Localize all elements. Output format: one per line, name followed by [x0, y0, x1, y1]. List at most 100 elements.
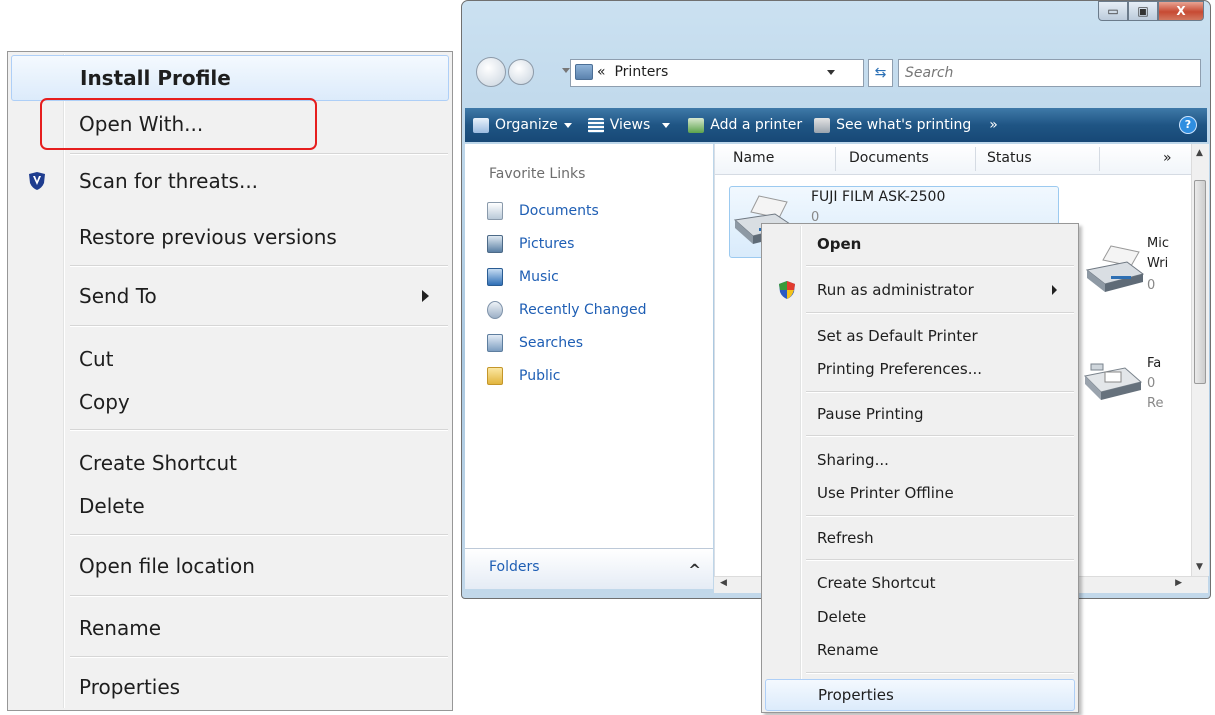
- command-bar: Organize Views Add a printer See what's …: [465, 108, 1207, 142]
- maximize-button[interactable]: ▣: [1128, 1, 1158, 21]
- menu-item-create-shortcut[interactable]: Create Shortcut: [11, 440, 449, 486]
- more-columns-button[interactable]: »: [1163, 150, 1172, 166]
- add-printer-label: Add a printer: [710, 117, 803, 133]
- menu-item-label: Set as Default Printer: [817, 327, 978, 345]
- menu-item-label: Send To: [79, 284, 157, 308]
- menu-item-send-to[interactable]: Send To: [11, 273, 449, 319]
- menu-item-rename[interactable]: Rename: [11, 605, 449, 651]
- column-header-name[interactable]: Name: [733, 150, 774, 166]
- nav-link-documents[interactable]: Documents: [487, 200, 599, 222]
- chevron-down-icon: [662, 122, 671, 128]
- menu-item-properties[interactable]: Properties: [11, 664, 449, 710]
- menu-item-restore-previous-versions[interactable]: Restore previous versions: [11, 214, 449, 260]
- folders-label: Folders: [489, 559, 540, 575]
- views-label: Views: [609, 117, 651, 133]
- address-text: « Printers: [597, 64, 669, 80]
- menu-item-rename[interactable]: Rename: [765, 634, 1075, 666]
- folders-bar[interactable]: Folders ^: [465, 548, 713, 589]
- searches-icon: [487, 334, 503, 352]
- add-printer-button[interactable]: Add a printer: [688, 117, 802, 133]
- address-dropdown-icon[interactable]: [827, 70, 835, 75]
- scroll-thumb[interactable]: [1194, 180, 1206, 384]
- menu-item-label: Sharing...: [817, 451, 889, 469]
- menu-item-properties[interactable]: Properties: [765, 679, 1075, 711]
- recent-pages-dropdown-icon[interactable]: [562, 68, 570, 73]
- menu-item-label: Rename: [79, 616, 162, 640]
- column-header-status[interactable]: Status: [987, 150, 1032, 166]
- uac-shield-icon: [779, 281, 795, 299]
- nav-link-searches[interactable]: Searches: [487, 332, 583, 354]
- menu-item-label: Pause Printing: [817, 405, 924, 423]
- nav-link-label: Public: [519, 368, 561, 384]
- red-highlight-box: [40, 98, 317, 150]
- menu-item-create-shortcut[interactable]: Create Shortcut: [765, 567, 1075, 599]
- nav-link-label: Searches: [519, 335, 584, 351]
- scroll-down-arrow-icon[interactable]: ▼: [1196, 562, 1203, 572]
- forward-button[interactable]: [508, 59, 534, 85]
- menu-separator: [806, 672, 1074, 674]
- scroll-up-arrow-icon[interactable]: ▲: [1196, 148, 1203, 158]
- menu-separator: [806, 265, 1074, 267]
- public-folder-icon: [487, 367, 503, 385]
- menu-separator: [70, 656, 448, 658]
- menu-item-set-default-printer[interactable]: Set as Default Printer: [765, 320, 1075, 352]
- vertical-scrollbar[interactable]: ▲ ▼: [1191, 144, 1209, 576]
- search-input[interactable]: Search: [898, 59, 1201, 87]
- menu-item-cut[interactable]: Cut: [11, 336, 449, 382]
- address-bar[interactable]: « Printers: [570, 59, 864, 87]
- chevron-down-icon: [563, 122, 572, 128]
- organize-icon: [473, 117, 489, 133]
- menu-item-delete[interactable]: Delete: [11, 483, 449, 529]
- nav-link-music[interactable]: Music: [487, 266, 559, 288]
- close-button[interactable]: X: [1158, 1, 1204, 21]
- menu-item-sharing[interactable]: Sharing...: [765, 444, 1075, 476]
- menu-item-label: Run as administrator: [817, 281, 974, 299]
- organize-button[interactable]: Organize: [473, 117, 572, 133]
- nav-link-public[interactable]: Public: [487, 365, 560, 387]
- column-divider[interactable]: [975, 147, 976, 171]
- printer-name-line2: Wri: [1147, 256, 1169, 271]
- see-whats-printing-label: See what's printing: [836, 117, 972, 133]
- menu-item-install-profile[interactable]: Install Profile: [11, 55, 449, 101]
- menu-item-copy[interactable]: Copy: [11, 379, 449, 425]
- nav-link-pictures[interactable]: Pictures: [487, 233, 574, 255]
- menu-item-scan-for-threats[interactable]: Scan for threats...: [11, 158, 449, 204]
- nav-link-label: Music: [519, 269, 559, 285]
- menu-separator: [70, 429, 448, 431]
- scroll-left-arrow-icon[interactable]: ◀: [720, 578, 727, 588]
- column-divider[interactable]: [835, 147, 836, 171]
- views-button[interactable]: Views: [587, 117, 671, 133]
- column-header-documents[interactable]: Documents: [849, 150, 929, 166]
- back-button[interactable]: [476, 57, 506, 87]
- help-icon[interactable]: ?: [1179, 116, 1197, 134]
- more-commands-button[interactable]: »: [989, 117, 998, 133]
- menu-item-pause-printing[interactable]: Pause Printing: [765, 398, 1075, 430]
- menu-item-open-file-location[interactable]: Open file location: [11, 543, 449, 589]
- minimize-button[interactable]: ▭: [1098, 1, 1128, 21]
- printer-name: Fa: [1147, 356, 1162, 371]
- column-divider[interactable]: [1099, 147, 1100, 171]
- caption-buttons: ▭ ▣ X: [1098, 1, 1204, 23]
- see-whats-printing-button[interactable]: See what's printing: [814, 117, 971, 133]
- refresh-icon[interactable]: ⇆: [868, 59, 893, 87]
- menu-item-use-printer-offline[interactable]: Use Printer Offline: [765, 477, 1075, 509]
- printer-status: Re: [1147, 396, 1164, 411]
- music-icon: [487, 268, 503, 286]
- menu-separator: [806, 312, 1074, 314]
- printer-doc-count: 0: [1147, 278, 1156, 293]
- menu-separator: [70, 534, 448, 536]
- menu-item-open[interactable]: Open: [765, 228, 1075, 260]
- menu-item-delete[interactable]: Delete: [765, 601, 1075, 633]
- menu-separator: [806, 391, 1074, 393]
- printer-context-menu: Open Run as administrator Set as Default…: [761, 223, 1079, 713]
- printer-doc-count: 0: [1147, 376, 1156, 391]
- menu-item-refresh[interactable]: Refresh: [765, 522, 1075, 554]
- menu-item-printing-preferences[interactable]: Printing Preferences...: [765, 353, 1075, 385]
- scroll-right-arrow-icon[interactable]: ▶: [1175, 578, 1182, 588]
- menu-separator: [70, 325, 448, 327]
- views-icon: [587, 117, 604, 133]
- menu-item-run-as-administrator[interactable]: Run as administrator: [765, 274, 1075, 306]
- submenu-arrow-icon: [422, 290, 429, 302]
- menu-separator: [70, 595, 448, 597]
- nav-link-recently-changed[interactable]: Recently Changed: [487, 299, 647, 321]
